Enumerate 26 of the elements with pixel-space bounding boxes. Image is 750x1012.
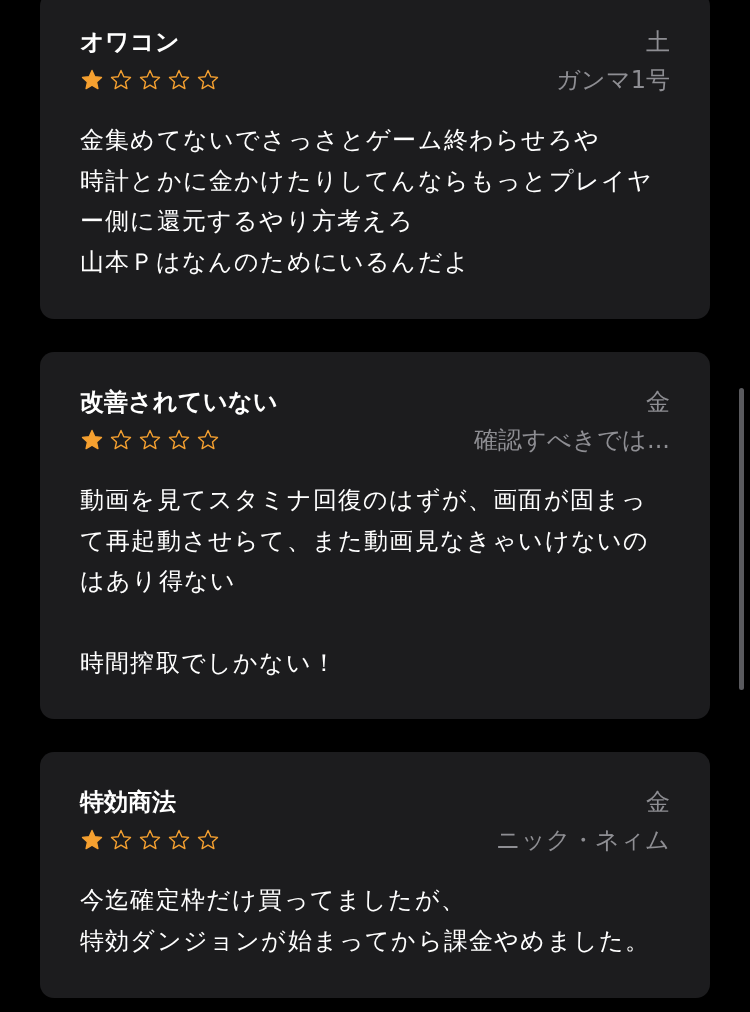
empty-star-icon (109, 427, 133, 452)
empty-star-icon (138, 68, 162, 92)
review-title: 特効商法 (80, 787, 176, 819)
review-title: 改善されていない (80, 386, 278, 418)
reviewer-name: ガンマ1号 (555, 65, 670, 96)
filled-star-icon (80, 68, 104, 92)
review-text-line: 今迄確定枠だけ買ってましたが、 (80, 885, 467, 917)
review-date: 金 (646, 386, 670, 418)
review-text-line: 時計とかに金かけたりしてんならもっとプレイヤー側に還元するやり方考えろ (80, 165, 655, 238)
review-text-line: 時間搾取でしかない！ (80, 647, 338, 679)
review-text-line: 特効ダンジョンが始まってから課金やめました。 (80, 926, 652, 957)
empty-star-icon (109, 68, 133, 92)
filled-star-icon (80, 427, 104, 452)
reviewer-name: 確認すべきでは... (474, 424, 670, 456)
review-title: オワコン (80, 27, 180, 58)
reviewer-name: ニック・ネィム (496, 825, 670, 857)
review-text-line: 金集めてないでさっさとゲーム終わらせろや (80, 125, 601, 156)
empty-star-icon (167, 68, 191, 92)
empty-star-icon (167, 427, 191, 452)
review-text-line: 動画を見てスタミナ回復のはずが、画面が固まって再起動させらて、また動画見なきゃいけないのはあり得ない (80, 484, 651, 598)
review-date: 金 (646, 787, 670, 819)
review-date: 土 (646, 27, 670, 58)
review-text-line: 山本Ｐはなんのためにいるんだよ (80, 247, 471, 279)
empty-star-icon (196, 427, 220, 452)
empty-star-icon (196, 68, 220, 92)
empty-star-icon (138, 427, 162, 452)
